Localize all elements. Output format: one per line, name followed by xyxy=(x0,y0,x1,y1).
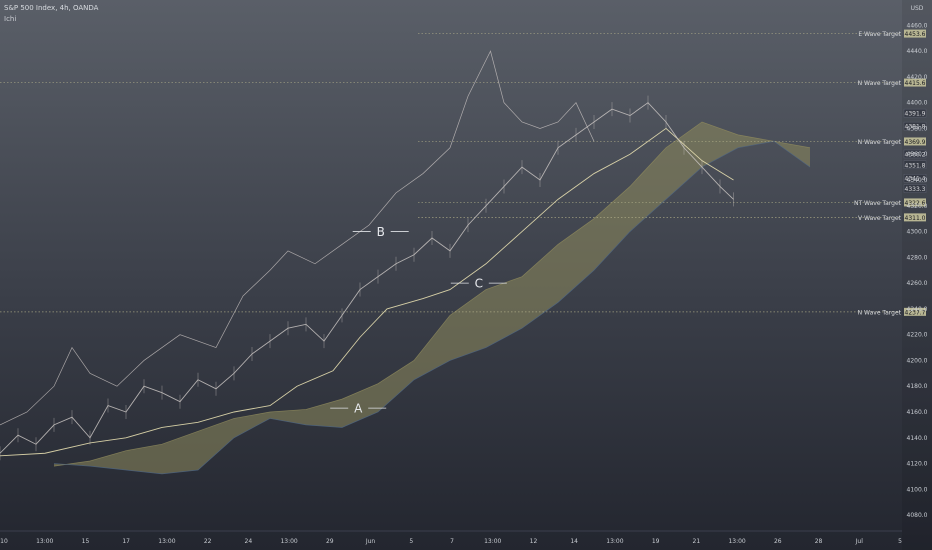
time-tick-label: 26 xyxy=(774,538,782,545)
time-tick-label: 13:00 xyxy=(728,538,745,545)
lagging-line xyxy=(0,50,595,426)
time-tick-label: 19 xyxy=(652,538,660,545)
price-tick-label: 4460.0 xyxy=(907,22,928,29)
senkou_b-line xyxy=(53,140,811,475)
time-tick-label: 28 xyxy=(815,538,823,545)
cloud-segment xyxy=(234,412,270,438)
cloud-segment xyxy=(378,360,414,412)
cloud-segment xyxy=(630,147,666,232)
time-tick-label: Jun xyxy=(365,538,376,545)
time-tick-label: 29 xyxy=(326,538,334,545)
chart-title: S&P 500 Index, 4h, OANDA xyxy=(4,4,99,12)
price-tick-label: 4080.0 xyxy=(907,512,928,519)
wave-label: A xyxy=(354,402,363,416)
time-tick-label: 21 xyxy=(693,538,701,545)
time-tick-label: 13:00 xyxy=(606,538,623,545)
time-tick-label: 15 xyxy=(82,538,90,545)
price-tick-label: 4440.0 xyxy=(907,48,928,55)
wave-target-name: N Wave Target xyxy=(858,80,902,87)
time-tick-label: 5 xyxy=(409,538,413,545)
axis-unit: USD xyxy=(911,5,924,12)
time-tick-label: 10 xyxy=(0,538,8,545)
time-tick-label: 17 xyxy=(122,538,130,545)
price-tick-label: 4280.0 xyxy=(907,254,928,261)
cloud-layer xyxy=(53,121,811,475)
cloud-segment xyxy=(594,186,630,271)
time-tick-label: Jul xyxy=(855,538,864,545)
price-tick-label: 4180.0 xyxy=(907,383,928,390)
price-tick-label: 4160.0 xyxy=(907,409,928,416)
time-tick-label: 13:00 xyxy=(36,538,53,545)
price-axis: USD 4080.0 4100.0 4120.0 4140.0 4160.0 4180.0 4… xyxy=(902,0,932,550)
price-tick-label: 4220.0 xyxy=(907,332,928,339)
price-tick-label: 4380.0 xyxy=(907,125,928,132)
price-tick-label: 4120.0 xyxy=(907,461,928,468)
indicator-label[interactable]: Ichi xyxy=(4,15,16,23)
wave-target-layer: E Wave Target 4453.6N Wave Target 4415.6N … xyxy=(0,29,927,316)
price-tick-label: 4240.0 xyxy=(907,306,928,313)
time-tick-label: 13:00 xyxy=(158,538,175,545)
time-tick-label: 22 xyxy=(204,538,212,545)
time-tick-label: 14 xyxy=(570,538,578,545)
price-tick-label: 4320.0 xyxy=(907,203,928,210)
wave-target-name: N Wave Target xyxy=(858,309,902,316)
cloud-segment xyxy=(126,444,162,474)
cloud-segment xyxy=(306,399,342,428)
price-tick-label: 4420.0 xyxy=(907,74,928,81)
time-tick-label: 5 xyxy=(898,538,902,545)
time-tick-label: 7 xyxy=(450,538,454,545)
price-tick-label: 4140.0 xyxy=(907,435,928,442)
wave-target-name: V Wave Target xyxy=(858,215,902,222)
wave-label: C xyxy=(475,277,483,291)
cloud-segment xyxy=(198,418,234,470)
chart-panel[interactable]: E Wave Target 4453.6 N Wave Target 4415.6 N … xyxy=(0,0,932,550)
price-tick-label: 4360.0 xyxy=(907,151,928,158)
price-tick-label: 4300.0 xyxy=(907,229,928,236)
wave-label: B xyxy=(377,225,385,239)
price-tick-label: 4340.0 xyxy=(907,177,928,184)
time-tick-label: 24 xyxy=(245,538,253,545)
ichimoku-chart[interactable]: E Wave Target 4453.6N Wave Target 4415.6N … xyxy=(0,0,932,550)
price-tick-label: 4100.0 xyxy=(907,486,928,493)
cloud-segment xyxy=(90,450,126,470)
time-axis: 10 13:00 15 17 13:00 22 24 13:00 29 Jun 5 7 13:00 12 1… xyxy=(0,530,902,545)
time-tick-label: 13:00 xyxy=(280,538,297,545)
price-tick-label: 4400.0 xyxy=(907,100,928,107)
price-tick-label: 4260.0 xyxy=(907,280,928,287)
wave-target-name: N Wave Target xyxy=(858,139,902,146)
wave-target-name: NT Wave Target xyxy=(854,200,902,207)
time-tick-label: 12 xyxy=(530,538,538,545)
time-tick-label: 13:00 xyxy=(484,538,501,545)
wave-target-name: E Wave Target xyxy=(858,31,901,38)
price-tick-label: 4200.0 xyxy=(907,357,928,364)
senkou_a-line xyxy=(53,121,811,467)
